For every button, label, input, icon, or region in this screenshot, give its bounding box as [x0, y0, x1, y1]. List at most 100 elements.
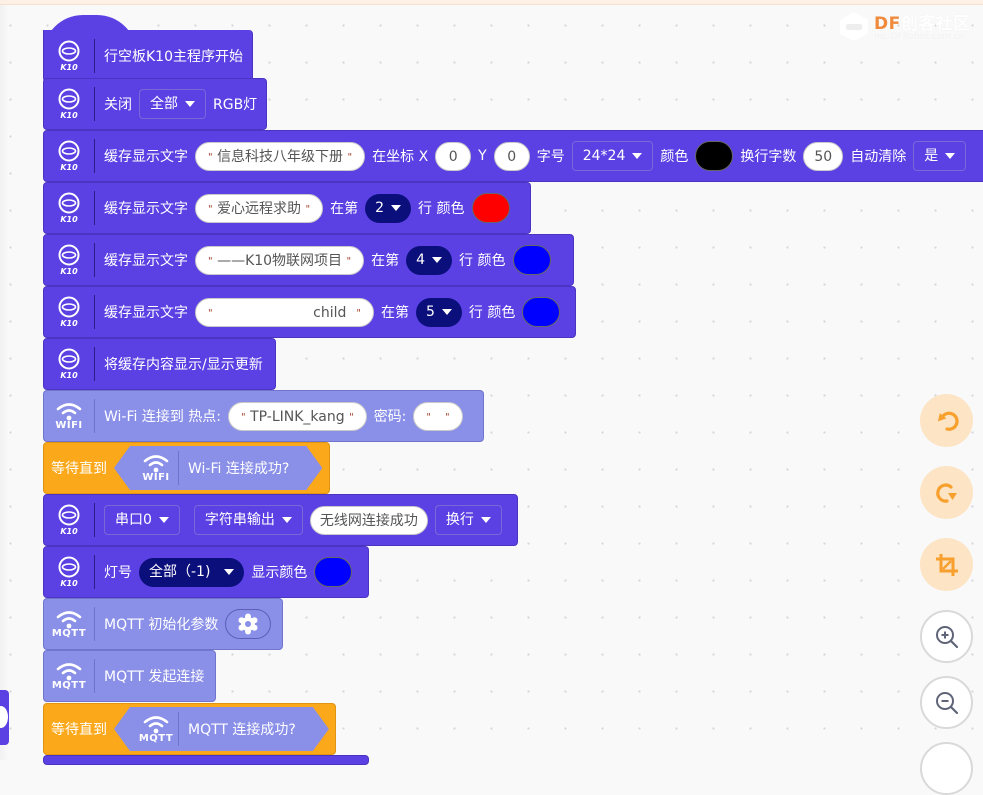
zoom-in-button[interactable]: [920, 610, 973, 663]
divider: [178, 712, 179, 746]
block-label: 在坐标 X: [372, 149, 429, 165]
chevron-down-icon: [632, 153, 643, 159]
auto-clear-dropdown[interactable]: 是: [913, 141, 967, 171]
reset-zoom-button[interactable]: [920, 742, 973, 795]
k10-label: K10: [60, 163, 78, 172]
password-input[interactable]: " ": [413, 401, 463, 431]
quote-mark: ": [208, 255, 213, 267]
ssid-input[interactable]: " TP-LINK_kang ": [228, 401, 367, 431]
mqtt-icon: MQTT: [44, 654, 94, 698]
text-input[interactable]: " 信息科技八年级下册 ": [195, 141, 366, 171]
line-dropdown[interactable]: 5: [416, 297, 462, 327]
wifi-label: WIFI: [142, 472, 170, 483]
text-input[interactable]: " 爱心远程求助 ": [195, 193, 324, 223]
serial-port-dropdown[interactable]: 串口0: [104, 505, 180, 535]
quote-mark: ": [426, 411, 432, 423]
newline-dropdown[interactable]: 换行: [434, 505, 502, 535]
text-input[interactable]: " child ": [195, 297, 374, 327]
block-show-buffer[interactable]: K10 将缓存内容显示/显示更新: [43, 338, 276, 390]
color-picker[interactable]: [314, 557, 353, 587]
wifi-icon: WIFI: [44, 394, 94, 438]
block-mqtt-init[interactable]: MQTT MQTT 初始化参数: [43, 598, 283, 650]
undo-button[interactable]: [920, 394, 973, 447]
font-size-dropdown[interactable]: 24*24: [571, 141, 654, 171]
line-dropdown[interactable]: 2: [365, 193, 412, 223]
mqtt-label: MQTT: [51, 680, 87, 691]
block-close-rgb[interactable]: K10 关闭 全部 RGB灯: [43, 78, 267, 130]
block-label: 在第: [371, 253, 400, 269]
output-mode-dropdown[interactable]: 字符串输出: [193, 505, 303, 535]
k10-icon: K10: [44, 550, 94, 594]
divider: [94, 659, 95, 693]
block-serial-print[interactable]: K10 串口0 字符串输出 无线网连接成功 换行: [43, 494, 518, 546]
condition-label: Wi-Fi 连接成功?: [188, 461, 290, 477]
redo-button[interactable]: [920, 466, 973, 519]
watermark-brand-prefix: DF: [874, 14, 901, 34]
block-buffer-text-coords[interactable]: K10 缓存显示文字 " 信息科技八年级下册 " 在坐标 X 0 Y 0 字号 …: [43, 130, 983, 182]
k10-label: K10: [60, 267, 78, 276]
k10-icon: K10: [44, 498, 94, 542]
divider: [94, 295, 95, 329]
wifi-connected-condition[interactable]: WIFI Wi-Fi 连接成功?: [114, 446, 322, 490]
serial-text-input[interactable]: 无线网连接成功: [309, 505, 428, 535]
block-wait-wifi[interactable]: 等待直到 WIFI Wi-Fi 连接成功?: [43, 442, 330, 494]
block-label: 密码:: [373, 409, 407, 425]
line-dropdown[interactable]: 4: [406, 245, 453, 275]
y-input[interactable]: 0: [493, 141, 530, 171]
text-value: 爱心远程求助: [217, 200, 302, 217]
quote-mark: ": [347, 151, 353, 163]
rgb-scope-dropdown[interactable]: 全部: [139, 89, 206, 119]
watermark: DF创客社区 mc.DFRobot.com.cn: [836, 6, 976, 46]
quote-mark: ": [356, 307, 361, 319]
block-buffer-text-line2[interactable]: K10 缓存显示文字 " 爱心远程求助 " 在第 2 行 颜色: [43, 182, 531, 234]
block-k10-main-start[interactable]: K10 行空板K10主程序开始: [43, 30, 253, 82]
block-led-color[interactable]: K10 灯号 全部（-1) 显示颜色: [43, 546, 369, 598]
robot-logo-icon: [840, 12, 868, 41]
mqtt-label: MQTT: [138, 733, 174, 744]
block-buffer-text-line5[interactable]: K10 缓存显示文字 " child " 在第 5 行 颜色: [43, 286, 576, 338]
mqtt-label: MQTT: [51, 628, 87, 639]
dropdown-value: 4: [416, 251, 426, 268]
undo-icon: [937, 411, 959, 431]
chevron-down-icon: [281, 517, 292, 523]
wrap-count-input[interactable]: 50: [803, 141, 844, 171]
toolbox-edge: [0, 5, 9, 760]
mqtt-connected-condition[interactable]: MQTT MQTT 连接成功?: [114, 707, 329, 751]
text-input[interactable]: " ——K10物联网项目 ": [195, 245, 365, 275]
x-input[interactable]: 0: [435, 141, 472, 171]
block-label: 等待直到: [51, 461, 107, 477]
divider: [94, 139, 95, 173]
chevron-down-icon: [391, 204, 402, 211]
color-picker[interactable]: [695, 141, 734, 171]
block-next-partial[interactable]: [43, 755, 369, 765]
quote-mark: ": [208, 151, 213, 163]
offscreen-block[interactable]: [0, 690, 9, 745]
color-picker[interactable]: [512, 245, 551, 275]
block-wait-mqtt[interactable]: 等待直到 MQTT MQTT 连接成功?: [43, 703, 336, 755]
k10-icon: K10: [44, 134, 94, 178]
dropdown-value: 2: [375, 199, 385, 216]
dropdown-value: 字符串输出: [204, 512, 275, 528]
block-wifi-connect[interactable]: WIFI Wi-Fi 连接到 热点: " TP-LINK_kang " 密码: …: [43, 390, 484, 442]
cleanup-button[interactable]: [920, 538, 973, 591]
k10-icon: K10: [44, 82, 94, 126]
color-picker[interactable]: [522, 297, 561, 327]
block-buffer-text-line4[interactable]: K10 缓存显示文字 " ——K10物联网项目 " 在第 4 行 颜色: [43, 234, 574, 286]
zoom-out-button[interactable]: [920, 676, 973, 729]
k10-icon: K10: [44, 290, 94, 334]
mqtt-settings-button[interactable]: [225, 609, 272, 639]
watermark-url: mc.DFRobot.com.cn: [874, 32, 965, 42]
condition-label: MQTT 连接成功?: [188, 722, 296, 738]
led-number-dropdown[interactable]: 全部（-1): [139, 557, 245, 587]
zoom-out-icon: [935, 691, 958, 714]
block-mqtt-connect[interactable]: MQTT MQTT 发起连接: [43, 650, 216, 702]
divider: [94, 191, 95, 225]
k10-label: K10: [60, 527, 78, 536]
k10-icon: K10: [44, 34, 94, 78]
block-label: RGB灯: [213, 97, 258, 113]
color-picker[interactable]: [471, 193, 510, 223]
block-label: 自动清除: [850, 149, 907, 165]
watermark-brand-name: 创客社区: [900, 14, 971, 34]
k10-label: K10: [60, 579, 78, 588]
dropdown-value: 是: [924, 148, 939, 164]
